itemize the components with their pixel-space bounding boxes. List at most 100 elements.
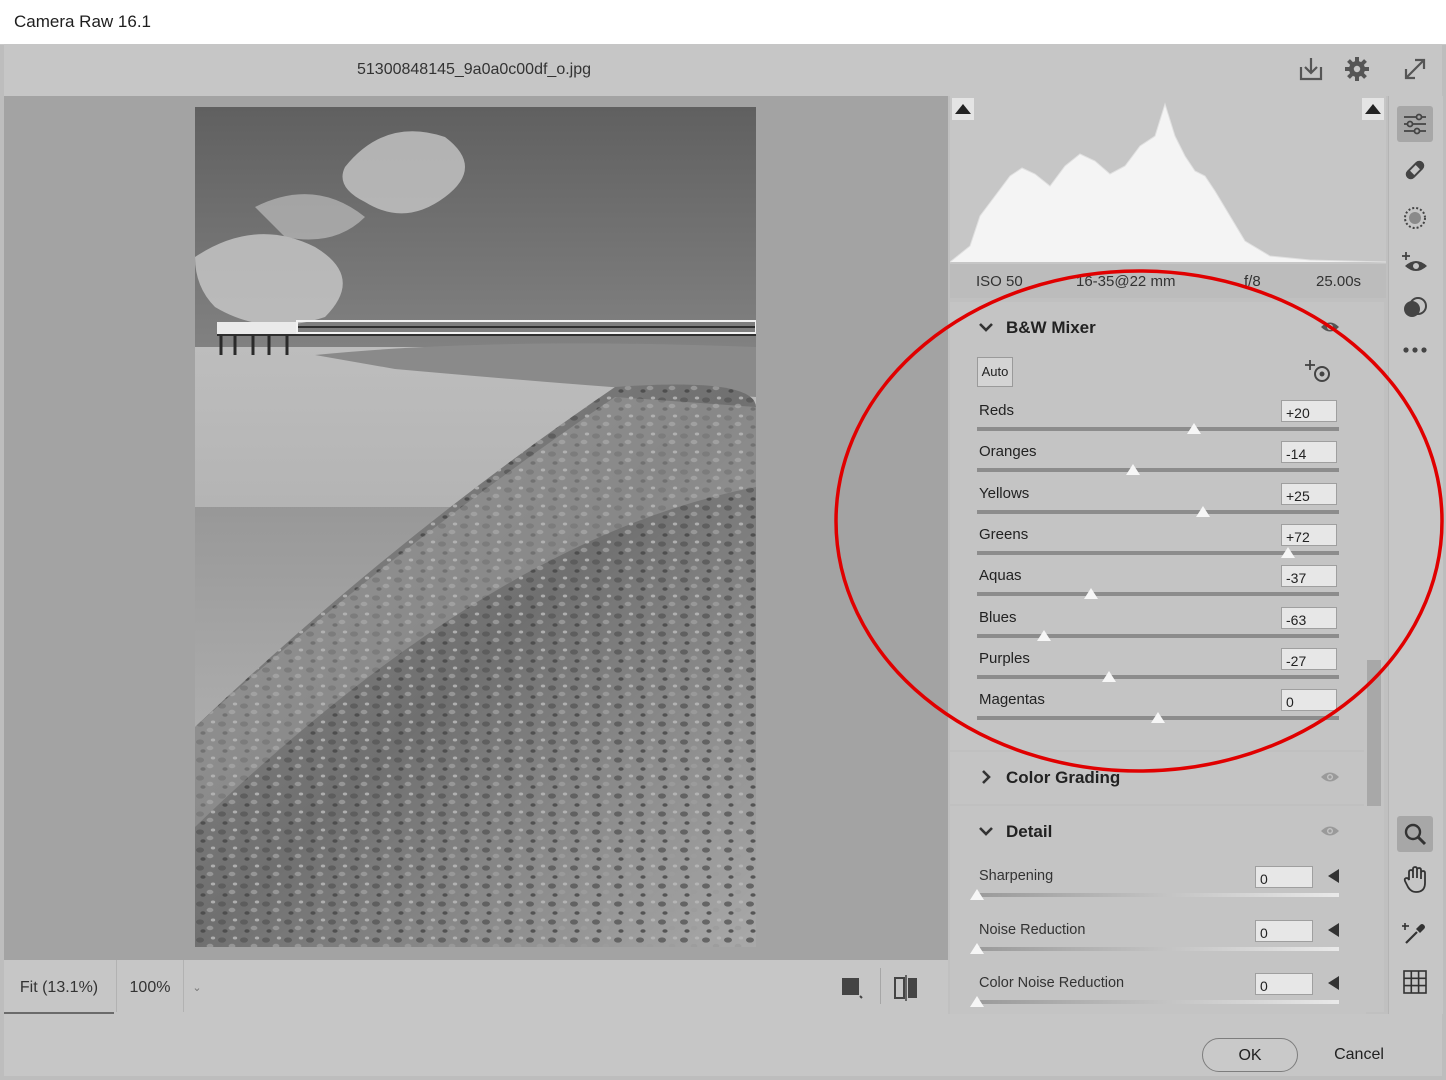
- toggle-preview-icon[interactable]: [840, 976, 864, 1005]
- slider-label: Yellows: [979, 484, 1030, 502]
- slider-track[interactable]: [977, 674, 1339, 679]
- visibility-eye-icon[interactable]: [1320, 770, 1340, 789]
- photo: [195, 107, 756, 947]
- exif-iso: ISO 50: [976, 273, 1023, 290]
- slider-value-input[interactable]: -14: [1281, 441, 1337, 464]
- fullscreen-icon[interactable]: [1400, 54, 1430, 84]
- targeted-adjustment-icon[interactable]: [1304, 358, 1334, 389]
- slider-value-input[interactable]: -37: [1281, 565, 1337, 588]
- slider-value-input[interactable]: 0: [1255, 866, 1313, 888]
- slider-value-input[interactable]: +72: [1281, 523, 1337, 546]
- save-icon[interactable]: [1296, 54, 1326, 84]
- zoom-fit-button[interactable]: Fit (13.1%): [4, 960, 114, 1015]
- detail-slider-row: Noise Reduction 0: [950, 919, 1366, 961]
- slider-thumb[interactable]: [1196, 505, 1211, 517]
- slider-thumb[interactable]: [1036, 629, 1051, 641]
- shadow-clipping-icon[interactable]: [952, 98, 974, 120]
- zoom-100-button[interactable]: 100%: [116, 960, 184, 1012]
- slider-value-input[interactable]: 0: [1255, 919, 1313, 942]
- exif-shutter: 25.00s: [1316, 273, 1362, 290]
- slider-track[interactable]: [977, 509, 1339, 514]
- visibility-eye-icon[interactable]: [1320, 824, 1340, 843]
- red-eye-icon[interactable]: [1397, 246, 1433, 282]
- slider-value-input[interactable]: +25: [1281, 482, 1337, 505]
- slider-thumb[interactable]: [1187, 423, 1202, 434]
- slider-label: Purples: [979, 649, 1030, 667]
- title-bar: Camera Raw 16.1: [0, 0, 1446, 45]
- expand-arrow-icon[interactable]: [1328, 976, 1339, 990]
- presets-icon[interactable]: [1397, 290, 1433, 326]
- chevron-down-icon: [978, 823, 994, 844]
- slider-label: Sharpening: [979, 868, 1054, 884]
- slider-label: Noise Reduction: [979, 921, 1086, 938]
- auto-button[interactable]: Auto: [977, 357, 1013, 387]
- slider-thumb[interactable]: [1125, 464, 1140, 476]
- zoom-tool-icon[interactable]: [1397, 816, 1433, 852]
- slider-value-input[interactable]: 0: [1255, 973, 1313, 995]
- detail-slider-row: Sharpening 0: [950, 866, 1366, 907]
- image-preview[interactable]: [4, 96, 948, 960]
- slider-row-aquas: Aquas -37: [950, 565, 1366, 606]
- cancel-button[interactable]: Cancel: [1322, 1038, 1396, 1070]
- edit-sliders-icon[interactable]: [1397, 106, 1433, 142]
- slider-track[interactable]: [977, 893, 1339, 897]
- slider-track[interactable]: [977, 1000, 1339, 1004]
- expand-arrow-icon[interactable]: [1328, 869, 1339, 883]
- exif-info: ISO 50 16-35@22 mm f/8 25.00s: [950, 264, 1386, 298]
- slider-value-input[interactable]: +20: [1281, 400, 1337, 422]
- more-options-icon[interactable]: [1397, 332, 1433, 368]
- chevron-right-icon: [978, 769, 994, 790]
- slider-thumb[interactable]: [970, 996, 984, 1007]
- slider-row-blues: Blues -63: [950, 606, 1366, 648]
- slider-value-input[interactable]: 0: [1281, 689, 1337, 712]
- color-grading-title: Color Grading: [1006, 768, 1121, 787]
- highlight-clipping-icon[interactable]: [1362, 98, 1384, 120]
- before-after-icon[interactable]: [892, 974, 920, 1007]
- slider-thumb[interactable]: [970, 889, 984, 900]
- slider-thumb[interactable]: [1151, 712, 1165, 724]
- detail-slider-row: Color Noise Reduction 0: [950, 973, 1366, 1014]
- slider-track[interactable]: [977, 592, 1339, 597]
- histogram: [949, 96, 1387, 264]
- slider-thumb[interactable]: [1084, 588, 1099, 600]
- visibility-eye-icon[interactable]: [1320, 320, 1340, 339]
- slider-row-oranges: Oranges -14: [950, 441, 1366, 482]
- masking-icon[interactable]: [1397, 200, 1433, 236]
- expand-arrow-icon[interactable]: [1328, 922, 1339, 937]
- preview-bottom-bar: Fit (13.1%) 100% ⌄: [4, 960, 948, 1015]
- slider-track[interactable]: [977, 946, 1339, 951]
- slider-track[interactable]: [977, 633, 1339, 638]
- slider-value-input[interactable]: -63: [1281, 606, 1337, 629]
- color-grading-header[interactable]: Color Grading: [950, 752, 1366, 804]
- slider-thumb[interactable]: [1102, 670, 1117, 682]
- panel-scrollbar[interactable]: [1364, 302, 1384, 1012]
- color-grading-section: Color Grading: [950, 752, 1366, 804]
- bw-mixer-header[interactable]: B&W Mixer: [950, 302, 1366, 354]
- exif-aperture: f/8: [1244, 273, 1261, 290]
- grid-overlay-icon[interactable]: [1397, 964, 1433, 1000]
- zoom-dropdown-chevron-icon[interactable]: ⌄: [184, 960, 210, 1012]
- scrollbar-thumb[interactable]: [1367, 660, 1381, 806]
- bw-mixer-title: B&W Mixer: [1006, 318, 1096, 337]
- hand-tool-icon[interactable]: [1397, 862, 1433, 898]
- slider-track[interactable]: [977, 427, 1339, 431]
- slider-label: Reds: [979, 402, 1015, 419]
- slider-row-magentas: Magentas 0: [950, 689, 1366, 730]
- dialog-footer: OK Cancel: [4, 1014, 1442, 1076]
- tool-strip: [1388, 96, 1443, 1014]
- slider-value-input[interactable]: -27: [1281, 647, 1337, 670]
- slider-label: Oranges: [979, 443, 1037, 461]
- ok-button[interactable]: OK: [1202, 1038, 1298, 1072]
- bw-mixer-section: B&W Mixer Auto Reds +20 Oranges -14 Yellows +…: [950, 302, 1366, 750]
- slider-track[interactable]: [977, 468, 1339, 473]
- detail-header[interactable]: Detail: [950, 806, 1366, 858]
- slider-row-yellows: Yellows +25: [950, 482, 1366, 524]
- eyedropper-icon[interactable]: [1397, 916, 1433, 952]
- detail-title: Detail: [1006, 822, 1053, 841]
- slider-thumb[interactable]: [970, 942, 984, 954]
- slider-thumb[interactable]: [1281, 546, 1296, 558]
- gear-icon[interactable]: [1342, 54, 1372, 84]
- healing-bandage-icon[interactable]: [1397, 152, 1433, 188]
- slider-row-purples: Purples -27: [950, 647, 1366, 689]
- slider-label: Aquas: [979, 567, 1022, 585]
